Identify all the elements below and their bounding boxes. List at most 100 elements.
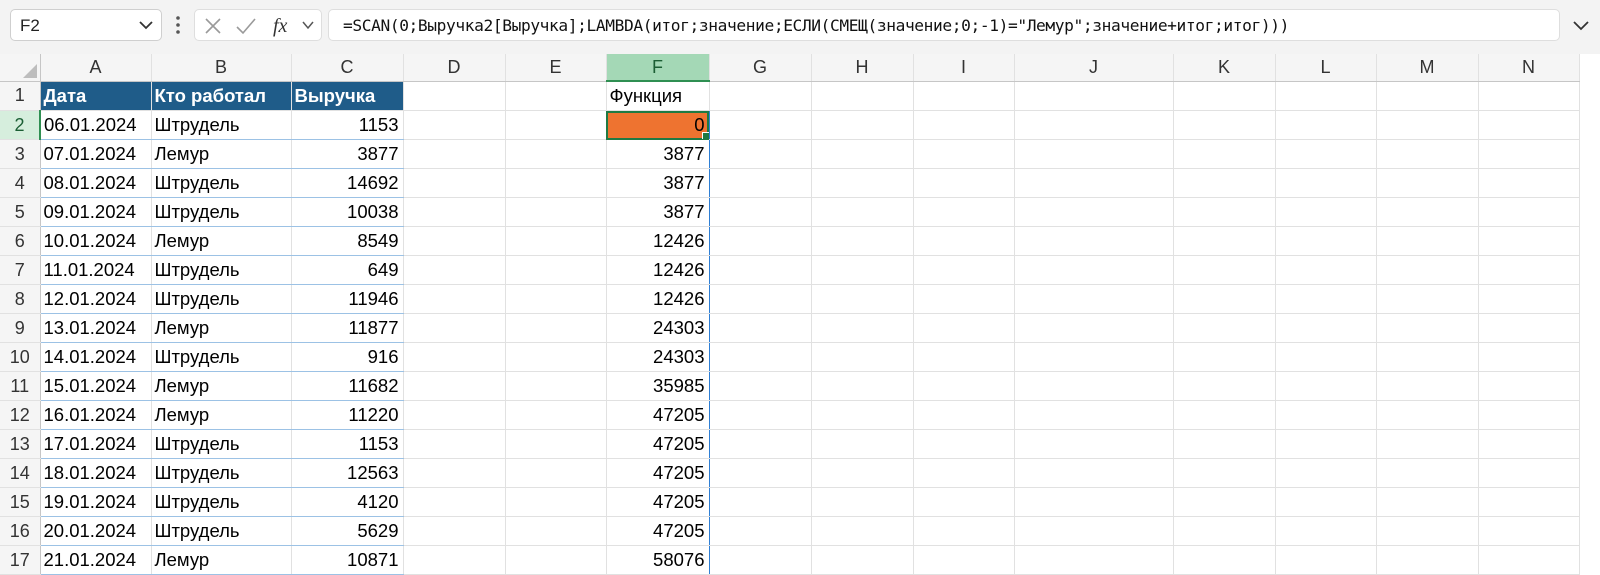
row-header[interactable]: 16 [0, 516, 41, 546]
row-header[interactable]: 17 [0, 545, 41, 575]
cell[interactable] [1014, 226, 1174, 256]
cell[interactable] [1173, 313, 1276, 343]
function-result-cell[interactable]: 3877 [605, 139, 710, 169]
cell[interactable] [913, 545, 1015, 575]
cell[interactable] [913, 487, 1015, 517]
function-result-cell[interactable]: 12426 [605, 226, 710, 256]
worker-cell[interactable]: Лемур [151, 400, 292, 430]
date-cell[interactable]: 06.01.2024 [40, 110, 152, 140]
cell[interactable] [1478, 313, 1580, 343]
function-result-cell[interactable]: 24303 [605, 342, 710, 372]
worker-cell[interactable]: Штрудель [151, 197, 292, 227]
date-cell[interactable]: 18.01.2024 [40, 458, 152, 488]
cell[interactable] [709, 458, 812, 488]
cell[interactable] [811, 284, 914, 314]
cell[interactable] [1275, 458, 1377, 488]
cell[interactable] [403, 458, 506, 488]
cell[interactable] [709, 545, 812, 575]
cell[interactable] [1173, 284, 1276, 314]
cell[interactable] [1173, 516, 1276, 546]
revenue-cell[interactable]: 1153 [291, 429, 404, 459]
cell[interactable] [1478, 400, 1580, 430]
function-result-cell[interactable]: 47205 [605, 400, 710, 430]
cell[interactable] [403, 197, 506, 227]
cell[interactable] [1275, 429, 1377, 459]
active-cell[interactable]: 0 [605, 110, 710, 140]
cell[interactable] [505, 226, 607, 256]
cell[interactable] [1275, 110, 1377, 140]
cell[interactable] [403, 168, 506, 198]
row-header[interactable]: 14 [0, 458, 41, 488]
cell[interactable] [1014, 545, 1174, 575]
cell[interactable] [811, 110, 914, 140]
cell[interactable] [811, 81, 914, 111]
cell[interactable] [403, 429, 506, 459]
revenue-cell[interactable]: 10038 [291, 197, 404, 227]
cell[interactable] [913, 516, 1015, 546]
check-icon[interactable] [235, 16, 257, 36]
cell[interactable] [1014, 284, 1174, 314]
revenue-cell[interactable]: 11946 [291, 284, 404, 314]
cell[interactable] [1173, 226, 1276, 256]
fill-handle[interactable] [701, 132, 708, 139]
worker-cell[interactable]: Штрудель [151, 168, 292, 198]
cell[interactable] [811, 139, 914, 169]
cell[interactable] [811, 458, 914, 488]
revenue-cell[interactable]: 8549 [291, 226, 404, 256]
cell[interactable] [1376, 545, 1479, 575]
cell[interactable] [505, 110, 607, 140]
date-cell[interactable]: 10.01.2024 [40, 226, 152, 256]
cell[interactable] [505, 371, 607, 401]
table-header-cell[interactable]: Кто работал [151, 81, 292, 111]
cell[interactable] [505, 139, 607, 169]
cell[interactable] [1376, 168, 1479, 198]
cell[interactable] [1275, 139, 1377, 169]
cell[interactable] [1478, 110, 1580, 140]
revenue-cell[interactable]: 14692 [291, 168, 404, 198]
revenue-cell[interactable]: 1153 [291, 110, 404, 140]
cell[interactable] [811, 342, 914, 372]
worker-cell[interactable]: Лемур [151, 313, 292, 343]
cell[interactable] [1376, 226, 1479, 256]
cell[interactable] [505, 458, 607, 488]
column-header-e[interactable]: E [505, 54, 607, 82]
row-header[interactable]: 9 [0, 313, 41, 343]
cell[interactable] [1478, 458, 1580, 488]
cell[interactable] [1173, 545, 1276, 575]
cell[interactable] [505, 81, 607, 111]
fx-icon[interactable]: fx [271, 14, 297, 38]
date-cell[interactable]: 17.01.2024 [40, 429, 152, 459]
cell[interactable] [811, 168, 914, 198]
cell[interactable] [913, 371, 1015, 401]
cell[interactable] [1478, 81, 1580, 111]
cell[interactable] [709, 429, 812, 459]
date-cell[interactable]: 07.01.2024 [40, 139, 152, 169]
cell[interactable] [1275, 516, 1377, 546]
name-box[interactable]: F2 [10, 9, 162, 41]
function-result-cell[interactable]: 3877 [605, 197, 710, 227]
cell[interactable] [403, 371, 506, 401]
cell[interactable] [1478, 487, 1580, 517]
worker-cell[interactable]: Лемур [151, 226, 292, 256]
revenue-cell[interactable]: 11220 [291, 400, 404, 430]
function-result-cell[interactable]: 12426 [605, 284, 710, 314]
cell[interactable] [1173, 458, 1276, 488]
function-result-cell[interactable]: 24303 [605, 313, 710, 343]
row-header[interactable]: 10 [0, 342, 41, 372]
row-header[interactable]: 3 [0, 139, 41, 169]
revenue-cell[interactable]: 11877 [291, 313, 404, 343]
row-header[interactable]: 7 [0, 255, 41, 285]
cell[interactable] [709, 284, 812, 314]
cell[interactable] [1173, 429, 1276, 459]
cell[interactable] [709, 313, 812, 343]
worker-cell[interactable]: Штрудель [151, 255, 292, 285]
cell[interactable] [505, 197, 607, 227]
column-header-c[interactable]: C [291, 54, 404, 82]
cell[interactable] [811, 429, 914, 459]
cell[interactable] [1173, 168, 1276, 198]
revenue-cell[interactable]: 11682 [291, 371, 404, 401]
cell[interactable] [1275, 487, 1377, 517]
cell[interactable] [709, 81, 812, 111]
cell[interactable] [403, 226, 506, 256]
date-cell[interactable]: 13.01.2024 [40, 313, 152, 343]
